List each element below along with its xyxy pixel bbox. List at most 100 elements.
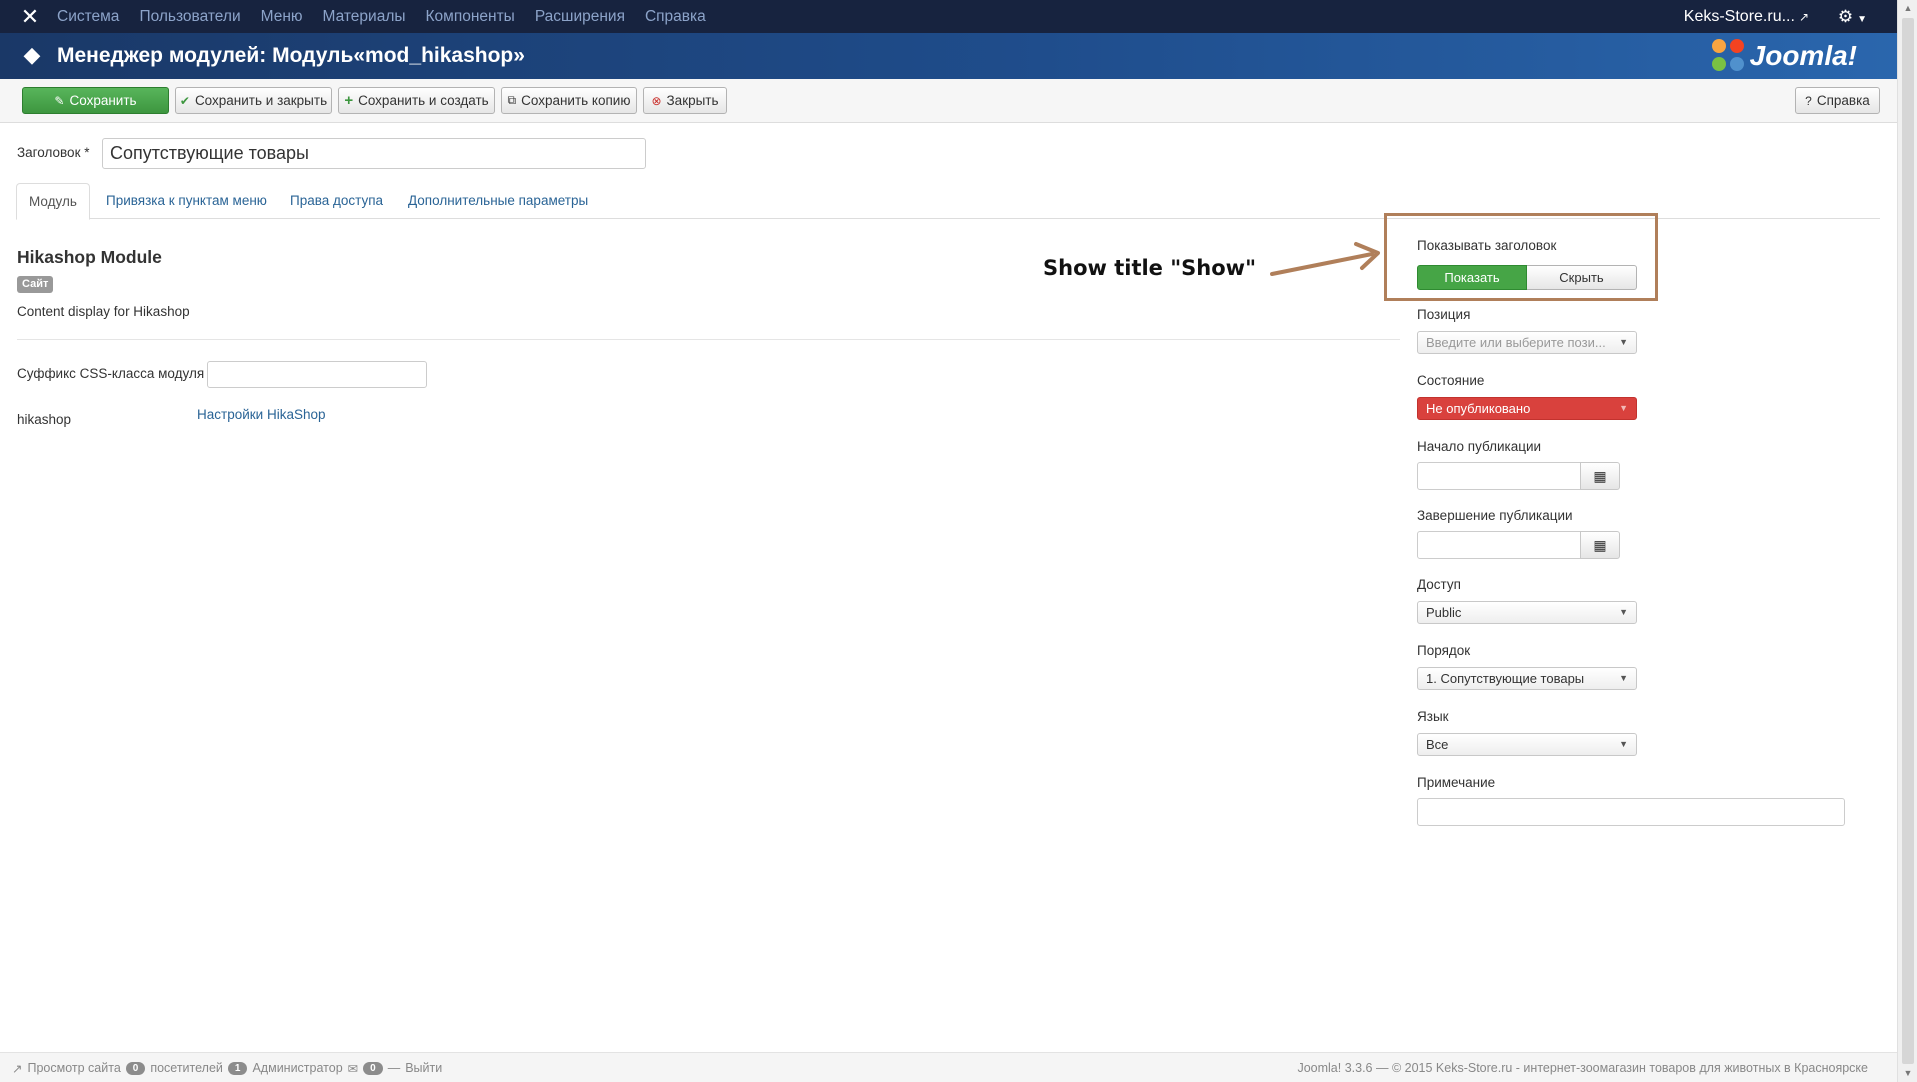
state-value: Не опубликовано bbox=[1426, 401, 1531, 416]
envelope-icon[interactable]: ✉ bbox=[348, 1061, 358, 1076]
top-navbar: ✕ Система Пользователи Меню Материалы Ко… bbox=[0, 0, 1897, 33]
gear-icon: ⚙ bbox=[1837, 7, 1854, 26]
site-badge: Сайт bbox=[17, 276, 54, 293]
copyright-text: Joomla! 3.3.6 — © 2015 Keks-Store.ru - и… bbox=[1297, 1061, 1868, 1075]
state-select[interactable]: Не опубликовано ▼ bbox=[1417, 397, 1637, 420]
ordering-select[interactable]: 1. Сопутствующие товары ▼ bbox=[1417, 667, 1637, 690]
save-copy-label: Сохранить копию bbox=[521, 93, 631, 108]
save-new-button[interactable]: + Сохранить и создать bbox=[338, 87, 495, 114]
chevron-down-icon: ▼ bbox=[1619, 739, 1628, 749]
settings-dropdown[interactable]: ⚙ ▼ bbox=[1838, 0, 1867, 33]
publish-down-label: Завершение публикации bbox=[1417, 508, 1573, 523]
minus-icon: — bbox=[387, 1061, 401, 1075]
annotation-highlight-box bbox=[1384, 213, 1658, 301]
admins-label[interactable]: Администратор bbox=[252, 1061, 342, 1075]
save-button[interactable]: ✎ Сохранить bbox=[22, 87, 169, 114]
css-suffix-input[interactable] bbox=[207, 361, 427, 388]
save-copy-button[interactable]: ⧉ Сохранить копию bbox=[501, 87, 637, 114]
question-icon: ? bbox=[1805, 93, 1812, 108]
scroll-down-icon[interactable]: ▼ bbox=[1898, 1065, 1917, 1082]
admins-count-badge: 1 bbox=[227, 1061, 248, 1075]
menu-item-system[interactable]: Система bbox=[57, 8, 119, 26]
menu-item-help[interactable]: Справка bbox=[645, 8, 706, 26]
tab-advanced[interactable]: Дополнительные параметры bbox=[408, 183, 588, 219]
title-input[interactable]: Сопутствующие товары bbox=[102, 138, 646, 169]
help-button[interactable]: ? Справка bbox=[1795, 87, 1880, 114]
joomla-logo: Joomla! bbox=[1711, 37, 1857, 75]
divider bbox=[17, 339, 1400, 340]
position-label: Позиция bbox=[1417, 307, 1471, 322]
scroll-up-icon[interactable]: ▲ bbox=[1898, 0, 1917, 17]
tab-menu-assignment[interactable]: Привязка к пунктам меню bbox=[106, 183, 267, 219]
view-site-link[interactable]: Просмотр сайта bbox=[27, 1061, 120, 1075]
note-input[interactable] bbox=[1417, 798, 1845, 826]
language-select[interactable]: Все ▼ bbox=[1417, 733, 1637, 756]
save-new-label: Сохранить и создать bbox=[358, 93, 489, 108]
language-label: Язык bbox=[1417, 709, 1449, 724]
check-icon: ✔ bbox=[179, 93, 190, 108]
access-value: Public bbox=[1426, 605, 1462, 620]
position-placeholder: Введите или выберите пози... bbox=[1426, 335, 1606, 350]
hikashop-settings-link[interactable]: Настройки HikaShop bbox=[197, 407, 325, 422]
edit-icon: ✎ bbox=[54, 93, 65, 108]
menu-item-content[interactable]: Материалы bbox=[323, 8, 406, 26]
ordering-value: 1. Сопутствующие товары bbox=[1426, 671, 1585, 686]
joomla-icon[interactable]: ✕ bbox=[16, 4, 44, 30]
save-close-label: Сохранить и закрыть bbox=[194, 93, 328, 108]
site-link-label: Keks-Store.ru... bbox=[1683, 8, 1795, 25]
external-link-icon: ↗ bbox=[1798, 10, 1809, 24]
access-select[interactable]: Public ▼ bbox=[1417, 601, 1637, 624]
publish-down-input[interactable] bbox=[1417, 531, 1581, 559]
module-name: Hikashop Module bbox=[17, 247, 162, 267]
page-title: Менеджер модулей: Модуль«mod_hikashop» bbox=[57, 44, 525, 67]
site-link[interactable]: Keks-Store.ru... ↗ bbox=[1684, 0, 1809, 33]
position-select[interactable]: Введите или выберите пози... ▼ bbox=[1417, 331, 1637, 354]
access-label: Доступ bbox=[1417, 577, 1461, 592]
note-label: Примечание bbox=[1417, 775, 1496, 790]
copy-icon: ⧉ bbox=[507, 93, 517, 107]
css-suffix-label: Суффикс CSS-класса модуля bbox=[17, 366, 205, 381]
caret-down-icon: ▼ bbox=[1857, 14, 1867, 25]
title-label: Заголовок * bbox=[17, 145, 90, 160]
close-button[interactable]: ⊗ Закрыть bbox=[643, 87, 727, 114]
chevron-down-icon: ▼ bbox=[1619, 403, 1628, 413]
state-label: Состояние bbox=[1417, 373, 1485, 388]
menu-item-components[interactable]: Компоненты bbox=[426, 8, 515, 26]
visitors-label: посетителей bbox=[150, 1061, 223, 1075]
chevron-down-icon: ▼ bbox=[1619, 673, 1628, 683]
tab-permissions[interactable]: Права доступа bbox=[290, 183, 383, 219]
help-label: Справка bbox=[1816, 93, 1870, 108]
chevron-down-icon: ▼ bbox=[1619, 607, 1628, 617]
publish-up-input[interactable] bbox=[1417, 462, 1581, 490]
page-header: ◆ Менеджер модулей: Модуль«mod_hikashop»… bbox=[0, 33, 1897, 79]
messages-count-badge[interactable]: 0 bbox=[363, 1061, 383, 1075]
ordering-label: Порядок bbox=[1417, 643, 1471, 658]
calendar-icon[interactable]: ▦ bbox=[1580, 462, 1620, 490]
toolbar: ✎ Сохранить ✔ Сохранить и закрыть + Сохрани… bbox=[0, 79, 1897, 123]
logout-link[interactable]: Выйти bbox=[405, 1061, 442, 1075]
tab-module[interactable]: Модуль bbox=[16, 183, 90, 220]
scrollbar-thumb[interactable] bbox=[1902, 18, 1914, 1064]
joomla-logo-text: Joomla! bbox=[1749, 40, 1857, 71]
status-footer: ↗ Просмотр сайта 0 посетителей 1 Админис… bbox=[0, 1052, 1897, 1082]
external-link-icon: ↗ bbox=[12, 1061, 23, 1076]
close-label: Закрыть bbox=[666, 93, 719, 108]
menu-item-extensions[interactable]: Расширения bbox=[535, 8, 625, 26]
publish-up-label: Начало публикации bbox=[1417, 439, 1542, 454]
menu-item-menus[interactable]: Меню bbox=[261, 8, 303, 26]
close-circle-icon: ⊗ bbox=[651, 93, 662, 108]
annotation-text: Show title "Show" bbox=[1043, 256, 1257, 280]
cube-icon: ◆ bbox=[23, 42, 41, 67]
save-close-button[interactable]: ✔ Сохранить и закрыть bbox=[175, 87, 332, 114]
menu-item-users[interactable]: Пользователи bbox=[139, 8, 240, 26]
joomla-logo-icon bbox=[1711, 39, 1746, 73]
chevron-down-icon: ▼ bbox=[1619, 337, 1628, 347]
module-description: Content display for Hikashop bbox=[17, 304, 190, 319]
calendar-icon[interactable]: ▦ bbox=[1580, 531, 1620, 559]
vertical-scrollbar[interactable]: ▲ ▼ bbox=[1897, 0, 1917, 1082]
annotation-arrow-icon bbox=[1270, 242, 1380, 276]
hikashop-label: hikashop bbox=[17, 412, 72, 427]
save-button-label: Сохранить bbox=[69, 93, 137, 108]
visitors-count-badge: 0 bbox=[125, 1061, 146, 1075]
plus-icon: + bbox=[344, 92, 354, 109]
